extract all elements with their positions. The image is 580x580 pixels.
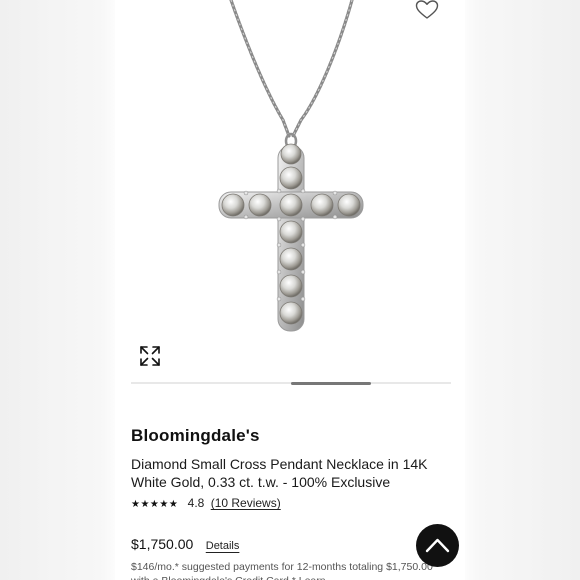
expand-image-button[interactable] — [139, 345, 161, 367]
product-image[interactable] — [115, 0, 465, 380]
page-background: Bloomingdale's Diamond Small Cross Penda… — [0, 0, 580, 580]
star-rating-icon: ★★★★★ — [131, 499, 179, 510]
price-row: $1,750.00 Details — [131, 536, 239, 554]
chevron-up-icon — [425, 538, 450, 553]
favorite-button[interactable] — [415, 0, 439, 20]
product-title: Diamond Small Cross Pendant Necklace in … — [131, 456, 428, 490]
brand-name[interactable]: Bloomingdale's — [131, 426, 260, 446]
price-details-link[interactable]: Details — [206, 540, 240, 552]
rating-row: ★★★★★ 4.8 (10 Reviews) — [131, 496, 281, 512]
financing-text: $146/mo.* suggested payments for 12-mont… — [131, 561, 433, 580]
reviews-link[interactable]: (10 Reviews) — [211, 496, 281, 510]
product-card: Bloomingdale's Diamond Small Cross Penda… — [115, 0, 465, 580]
product-price: $1,750.00 — [131, 536, 194, 552]
rating-value: 4.8 — [187, 496, 205, 510]
scroll-to-top-button[interactable] — [416, 524, 459, 567]
image-carousel-progress[interactable] — [131, 381, 451, 385]
carousel-active-indicator — [291, 381, 371, 385]
expand-arrows-icon — [140, 346, 160, 366]
heart-outline-icon — [415, 0, 439, 19]
